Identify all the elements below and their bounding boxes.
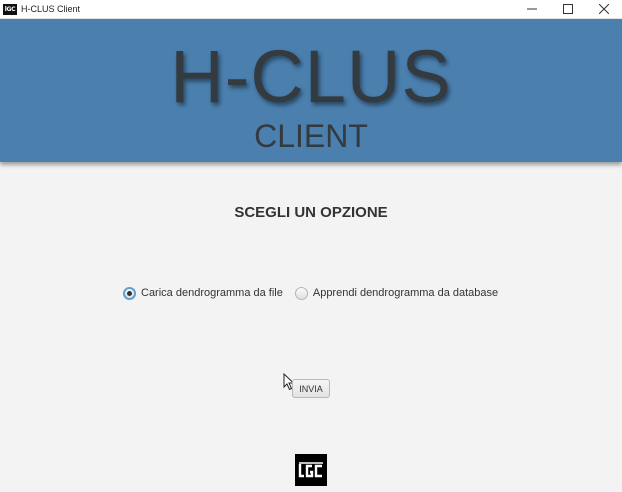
minimize-button[interactable] (514, 0, 550, 18)
app-title: H-CLUS (170, 35, 452, 118)
close-icon (599, 4, 609, 14)
window-controls (514, 0, 622, 18)
close-button[interactable] (586, 0, 622, 18)
maximize-button[interactable] (550, 0, 586, 18)
page-heading: SCEGLI UN OPZIONE (234, 204, 388, 221)
lgc-logo-icon (295, 454, 327, 486)
maximize-icon (563, 4, 573, 14)
window-title: H-CLUS Client (21, 4, 81, 14)
app-header: H-CLUS CLIENT (0, 19, 622, 162)
app-logo-icon: lGC (3, 3, 17, 15)
lgc-logo-mark (298, 462, 323, 478)
option-learn-from-database[interactable]: Apprendi dendrogramma da database (294, 286, 499, 300)
option-label: Apprendi dendrogramma da database (312, 287, 499, 299)
radio-button-selected[interactable] (123, 286, 136, 300)
title-bar: lGC H-CLUS Client (0, 0, 622, 19)
option-radio-group: Carica dendrogramma da file Apprendi den… (123, 285, 510, 301)
option-load-from-file[interactable]: Carica dendrogramma da file (123, 286, 283, 300)
option-label: Carica dendrogramma da file (141, 287, 283, 299)
submit-button[interactable]: INVIA (292, 379, 330, 398)
radio-dot (127, 290, 132, 296)
minimize-icon (527, 8, 537, 10)
radio-button[interactable] (294, 286, 308, 300)
app-subtitle: CLIENT (254, 118, 368, 154)
